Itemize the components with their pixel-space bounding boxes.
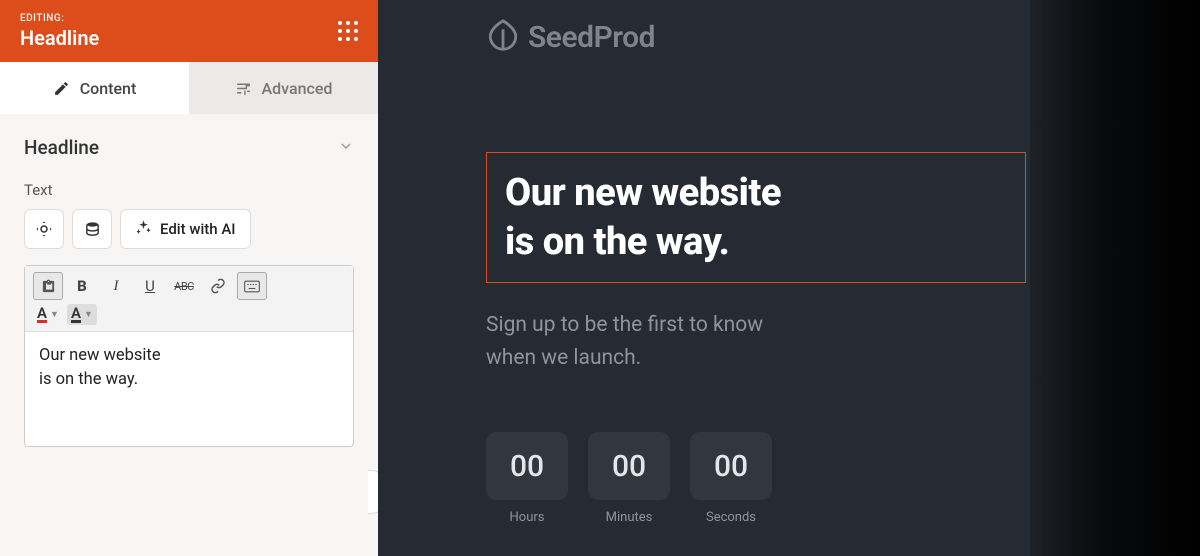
edit-with-ai-button[interactable]: Edit with AI <box>120 209 251 249</box>
leaf-icon <box>486 18 520 56</box>
countdown-minutes-value: 00 <box>588 432 670 500</box>
headline-selected-block[interactable]: Our new website is on the way. <box>486 152 1026 283</box>
editor-toolbar: B I U ABC A▼ A▼ <box>25 266 353 332</box>
keyboard-button[interactable] <box>237 272 267 300</box>
paste-button[interactable] <box>33 272 63 300</box>
brand-name: SeedProd <box>528 20 655 55</box>
ai-button-label: Edit with AI <box>160 220 236 238</box>
editor-sidebar: EDITING: Headline Content Advanced Headl… <box>0 0 378 556</box>
chevron-down-icon <box>338 138 354 158</box>
tab-advanced[interactable]: Advanced <box>189 62 378 114</box>
tab-content[interactable]: Content <box>0 62 189 114</box>
accordion-headline[interactable]: Headline <box>24 136 354 159</box>
background-color-button[interactable]: A▼ <box>67 304 97 325</box>
accordion-title: Headline <box>24 136 99 159</box>
countdown-hours-label: Hours <box>510 510 545 525</box>
tab-content-label: Content <box>80 79 137 98</box>
editing-title: Headline <box>20 26 99 50</box>
text-color-button[interactable]: A▼ <box>33 304 63 325</box>
preview-edge-gradient <box>1030 0 1200 556</box>
countdown-hours-value: 00 <box>486 432 568 500</box>
bold-button[interactable]: B <box>67 272 97 300</box>
countdown-seconds-label: Seconds <box>706 510 756 525</box>
italic-button[interactable]: I <box>101 272 131 300</box>
content-panel: Headline Text Edit with AI <box>0 114 378 447</box>
countdown-minutes: 00 Minutes <box>588 432 670 525</box>
strikethrough-button[interactable]: ABC <box>169 272 199 300</box>
countdown-seconds-value: 00 <box>690 432 772 500</box>
rich-text-editor: B I U ABC A▼ A▼ <box>24 265 354 447</box>
sparkle-icon <box>135 219 152 240</box>
text-tools-row: Edit with AI <box>24 209 354 249</box>
database-button[interactable] <box>72 209 112 249</box>
editing-label: EDITING: <box>20 13 99 24</box>
countdown-minutes-label: Minutes <box>606 510 653 525</box>
headline-textarea[interactable] <box>25 332 353 442</box>
pencil-icon <box>53 80 70 97</box>
drag-handle-button[interactable] <box>24 209 64 249</box>
headline-preview-text: Our new website is on the way. <box>505 169 1007 266</box>
text-field-label: Text <box>24 181 354 199</box>
sidebar-header: EDITING: Headline <box>0 0 378 62</box>
link-button[interactable] <box>203 272 233 300</box>
underline-button[interactable]: U <box>135 272 165 300</box>
countdown-seconds: 00 Seconds <box>690 432 772 525</box>
tab-bar: Content Advanced <box>0 62 378 114</box>
subheading-text: Sign up to be the first to know when we … <box>486 309 966 374</box>
apps-grid-icon[interactable] <box>338 21 358 41</box>
sliders-icon <box>235 80 252 97</box>
countdown-hours: 00 Hours <box>486 432 568 525</box>
page-preview: SeedProd Our new website is on the way. … <box>378 0 1200 556</box>
tab-advanced-label: Advanced <box>262 79 333 98</box>
